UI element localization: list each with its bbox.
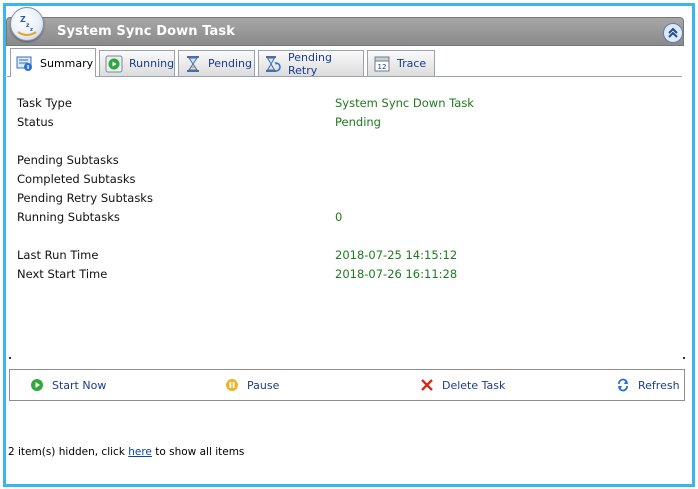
delete-task-button[interactable]: Delete Task (420, 378, 505, 392)
tab-pending-retry[interactable]: Pending Retry (258, 50, 364, 77)
pending-subtasks-label: Pending Subtasks (17, 153, 119, 167)
collapse-button[interactable] (663, 23, 683, 43)
last-run-time-value: 2018-07-25 14:15:12 (335, 248, 458, 262)
action-bar: Start Now Pause Delete Task Refresh (9, 369, 685, 401)
play-icon (30, 378, 44, 392)
hourglass-icon (184, 55, 202, 73)
delete-x-icon (420, 378, 434, 392)
hidden-items-suffix: to show all items (151, 446, 245, 458)
start-now-label: Start Now (52, 378, 107, 392)
svg-text:12: 12 (378, 63, 387, 71)
show-all-link[interactable]: here (128, 446, 152, 458)
pending-retry-subtasks-label: Pending Retry Subtasks (17, 191, 153, 205)
tab-label: Pending Retry (288, 50, 332, 77)
pause-icon (225, 378, 239, 392)
refresh-button[interactable]: Refresh (616, 378, 680, 392)
refresh-label: Refresh (638, 378, 680, 392)
status-label: Status (17, 115, 54, 129)
summary-icon (16, 54, 34, 72)
tab-label: Summary (40, 56, 94, 70)
page-title: System Sync Down Task (57, 24, 235, 39)
tab-strip: Summary Running Pending Pending Retry 12… (7, 47, 682, 77)
pause-label: Pause (247, 378, 280, 392)
completed-subtasks-label: Completed Subtasks (17, 172, 136, 186)
summary-panel: Task Type System Sync Down Task Status P… (9, 86, 685, 359)
panel-header: System Sync Down Task (6, 17, 684, 46)
svg-text:z: z (30, 27, 33, 33)
tab-label: Pending (208, 57, 252, 70)
calendar-icon: 12 (373, 55, 391, 73)
status-value: Pending (335, 115, 381, 129)
tab-summary[interactable]: Summary (10, 48, 96, 77)
start-now-button[interactable]: Start Now (30, 378, 106, 392)
pause-button[interactable]: Pause (225, 378, 279, 392)
next-start-time-label: Next Start Time (17, 267, 108, 281)
play-icon (105, 55, 123, 73)
hidden-items-note: 2 item(s) hidden, click here to show all… (8, 446, 244, 458)
tab-pending[interactable]: Pending (178, 50, 255, 76)
hidden-items-text: 2 item(s) hidden, click (8, 446, 129, 458)
last-run-time-label: Last Run Time (17, 248, 99, 262)
tab-label: Running (129, 57, 175, 70)
resize-dot (683, 357, 685, 359)
tab-label: Trace (397, 57, 427, 70)
tab-running[interactable]: Running (99, 50, 175, 76)
retry-hourglass-icon (264, 55, 282, 73)
running-subtasks-label: Running Subtasks (17, 210, 120, 224)
task-type-value: System Sync Down Task (335, 96, 474, 110)
double-chevron-up-icon (668, 27, 678, 38)
task-type-label: Task Type (17, 96, 72, 110)
next-start-time-value: 2018-07-26 16:11:28 (335, 267, 458, 281)
refresh-icon (616, 378, 630, 392)
sleep-task-icon: Z z z (10, 7, 44, 41)
resize-dot (9, 357, 11, 359)
running-subtasks-value: 0 (335, 210, 343, 224)
delete-task-label: Delete Task (442, 378, 506, 392)
tab-trace[interactable]: 12 Trace (367, 50, 435, 76)
